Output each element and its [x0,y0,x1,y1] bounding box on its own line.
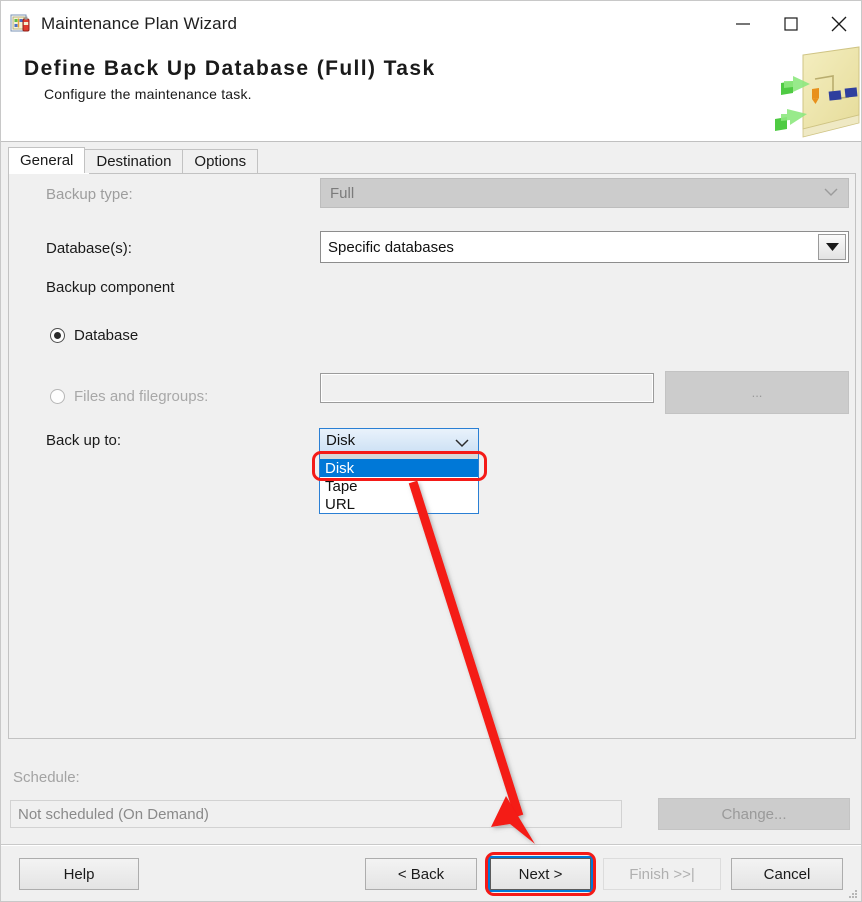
databases-dropdown-button[interactable] [818,234,846,260]
minimize-icon[interactable] [719,1,767,46]
next-button[interactable]: Next > [490,858,591,890]
maximize-icon[interactable] [767,1,815,46]
dropdown-option-disk-label: Disk [325,459,355,477]
tab-options-label: Options [194,153,247,170]
backup-type-value: Full [330,184,355,202]
databases-label: Database(s): [46,240,132,257]
help-button-label: Help [63,865,95,883]
maintenance-plan-icon [10,13,32,35]
wizard-banner-graphic-icon [763,43,861,141]
schedule-value: Not scheduled (On Demand) [18,805,209,823]
cancel-button-label: Cancel [763,865,811,883]
databases-value: Specific databases [328,238,454,256]
back-up-to-value: Disk [326,431,356,449]
help-button[interactable]: Help [19,858,139,890]
databases-combobox[interactable]: Specific databases [320,231,849,263]
backup-type-label: Backup type: [46,186,133,203]
dropdown-list-spacer [320,452,478,459]
footer-divider-highlight [1,845,861,846]
window-title: Maintenance Plan Wizard [41,13,238,33]
change-schedule-button: Change... [658,798,850,830]
dropdown-option-tape[interactable]: Tape [320,477,478,495]
tab-general[interactable]: General [8,147,86,173]
backup-component-label: Backup component [46,279,175,296]
page-subtitle: Configure the maintenance task. [44,86,252,102]
schedule-value-box: Not scheduled (On Demand) [10,800,622,828]
radio-files-and-filegroups: Files and filegroups: [50,388,208,405]
back-button[interactable]: < Back [365,858,477,890]
radio-database[interactable]: Database [50,327,138,344]
dropdown-option-disk[interactable]: Disk [320,459,478,477]
title-bar: Maintenance Plan Wizard [1,1,861,46]
files-and-filegroups-input [320,373,654,403]
dropdown-option-url-label: URL [325,495,356,513]
dropdown-option-tape-label: Tape [325,477,358,495]
next-button-label: Next > [518,865,563,883]
schedule-label: Schedule: [13,769,80,786]
resize-grip[interactable] [846,886,858,898]
back-up-to-label: Back up to: [46,432,122,449]
tab-options[interactable]: Options [182,149,259,173]
finish-button: Finish >>| [603,858,721,890]
tab-general-label: General [20,152,74,169]
maintenance-plan-wizard-window: Maintenance Plan Wizard Define Back Up D… [0,0,862,902]
radio-files-indicator [50,389,65,404]
files-browse-label: ... [751,385,763,400]
window-controls [719,1,861,46]
chevron-down-icon [824,184,838,202]
change-schedule-label: Change... [721,805,787,823]
wizard-banner: Define Back Up Database (Full) Task Conf… [1,43,861,142]
page-title: Define Back Up Database (Full) Task [24,57,436,80]
finish-button-label: Finish >>| [629,865,695,883]
back-up-to-combobox[interactable]: Disk [319,428,479,452]
dropdown-option-url[interactable]: URL [320,495,478,513]
tab-strip: General Destination Options [8,147,259,173]
radio-database-label: Database [74,327,139,344]
radio-database-indicator [50,328,65,343]
cancel-button[interactable]: Cancel [731,858,843,890]
chevron-down-icon [455,435,469,453]
back-up-to-dropdown-list[interactable]: Disk Tape URL [319,452,479,514]
files-browse-button: ... [665,371,849,414]
tab-destination-label: Destination [96,153,172,170]
close-icon[interactable] [815,1,861,46]
radio-files-label: Files and filegroups: [74,388,209,405]
backup-type-combobox: Full [320,178,849,208]
tab-destination[interactable]: Destination [84,149,184,173]
back-button-label: < Back [397,865,445,883]
